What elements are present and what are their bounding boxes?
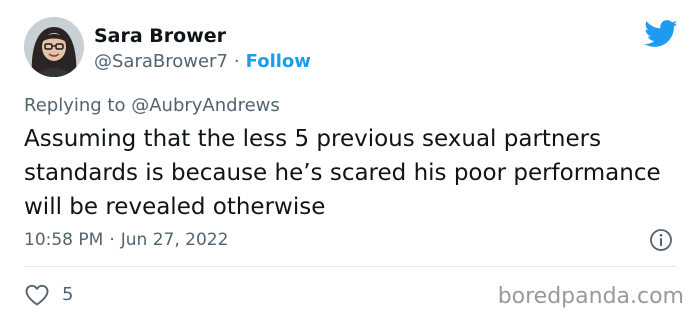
- profile-photo-icon: [24, 17, 84, 77]
- timestamp-separator: ·: [109, 230, 115, 250]
- author-name[interactable]: Sara Brower: [94, 24, 226, 48]
- tweet-time: 10:58 PM: [24, 230, 104, 250]
- tweet-timestamp[interactable]: 10:58 PM · Jun 27, 2022: [24, 228, 228, 252]
- reply-to-handle[interactable]: @AubryAndrews: [131, 95, 280, 116]
- tweet-date: Jun 27, 2022: [120, 230, 229, 250]
- watermark: boredpanda.com: [497, 284, 684, 309]
- divider: [24, 266, 676, 267]
- twitter-bird-icon[interactable]: [644, 20, 678, 48]
- heart-icon[interactable]: [24, 283, 50, 307]
- tweet-text: Assuming that the less 5 previous sexual…: [24, 126, 661, 220]
- reply-context: Replying to @AubryAndrews: [24, 94, 280, 118]
- like-count: 5: [62, 284, 74, 305]
- author-handle[interactable]: @SaraBrower7: [94, 51, 228, 72]
- reply-prefix: Replying to: [24, 95, 126, 116]
- handle-separator: ·: [233, 51, 240, 72]
- info-icon[interactable]: [648, 227, 674, 253]
- avatar[interactable]: [24, 17, 84, 77]
- tweet-card: Sara Brower @SaraBrower7 · Follow Replying…: [0, 0, 700, 319]
- follow-button[interactable]: Follow: [246, 51, 311, 72]
- author-handle-line: @SaraBrower7 · Follow: [94, 50, 311, 74]
